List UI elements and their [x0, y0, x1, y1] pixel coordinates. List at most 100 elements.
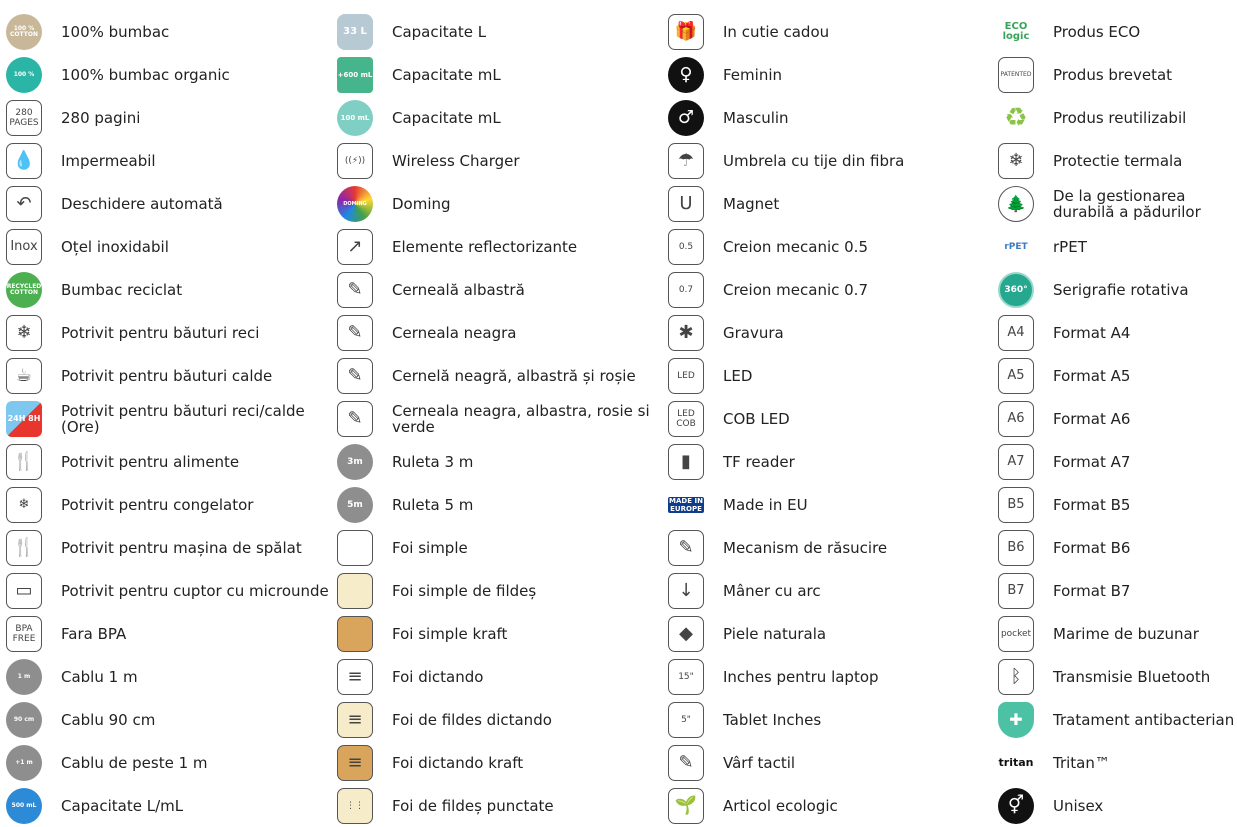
legend-item-label: Gravura	[723, 323, 784, 342]
twist-mechanism-icon: ✎	[668, 529, 704, 566]
legend-item: 33 L Capacitate L	[337, 10, 667, 53]
cable-over-1m-icon: +1 m	[6, 744, 42, 781]
organic-cotton-icon: 100 %	[6, 56, 42, 93]
legend-item: 100 % COTTON 100% bumbac	[6, 10, 336, 53]
legend-item-label: Capacitate L	[392, 22, 487, 41]
legend-item-label: Tratament antibacterian	[1053, 710, 1235, 729]
legend-item: ((⚡)) Wireless Charger	[337, 139, 667, 182]
patented-icon: PATENTED	[998, 56, 1034, 93]
lined-sheets-icon: ≡	[337, 658, 373, 695]
fiber-umbrella-icon: ☂	[668, 142, 704, 179]
legend-item: Foi simple kraft	[337, 612, 667, 655]
legend-item: tritan Tritan™	[998, 741, 1237, 784]
legend-item-label: Foi dictando	[392, 667, 484, 686]
legend-item: pocket Marime de buzunar	[998, 612, 1237, 655]
blue-ink-icon: ✎	[337, 271, 373, 308]
legend-item-label: Doming	[392, 194, 451, 213]
legend-item: ≡ Foi dictando kraft	[337, 741, 667, 784]
legend-item-label: Cablu 90 cm	[61, 710, 156, 729]
format-b6-icon: B6	[998, 529, 1034, 566]
cable-90cm-icon: 90 cm	[6, 701, 42, 738]
tablet-inches-icon: 5"	[668, 701, 704, 738]
legend-item-label: Foi de fildeș punctate	[392, 796, 554, 815]
legend-item: PATENTED Produs brevetat	[998, 53, 1237, 96]
legend-item: ✎ Cerneală albastră	[337, 268, 667, 311]
legend-item: 24H 8H Potrivit pentru băuturi reci/calde…	[6, 397, 336, 440]
legend-item: BPA FREE Fara BPA	[6, 612, 336, 655]
legend-item-label: Vârf tactil	[723, 753, 796, 772]
legend-item-label: Bumbac reciclat	[61, 280, 183, 299]
legend-item: ✎ Cernelă neagră, albastră și roșie	[337, 354, 667, 397]
capacity-jar-icon: +600 mL	[337, 56, 373, 93]
feature-icon-legend: 100 % COTTON 100% bumbac 100 % 100% bumbac o…	[0, 0, 1237, 824]
legend-item: ❄ Potrivit pentru băuturi reci	[6, 311, 336, 354]
legend-item-label: Unisex	[1053, 796, 1104, 815]
legend-item: ↗ Elemente reflectorizante	[337, 225, 667, 268]
legend-item-label: Tablet Inches	[723, 710, 822, 729]
legend-item: ❄ Protectie termala	[998, 139, 1237, 182]
legend-item-label: Capacitate L/mL	[61, 796, 184, 815]
legend-item-label: Cablu de peste 1 m	[61, 753, 208, 772]
made-in-europe-icon: MADE IN EUROPE	[668, 496, 704, 513]
legend-item: A5 Format A5	[998, 354, 1237, 397]
legend-item-label: Potrivit pentru congelator	[61, 495, 254, 514]
legend-item: ✎ Mecanism de răsucire	[668, 526, 998, 569]
legend-item: 500 mL Capacitate L/mL	[6, 784, 336, 827]
tape-5m-icon: 5m	[337, 486, 373, 523]
legend-item: ✎ Cerneala neagra	[337, 311, 667, 354]
legend-item-label: Serigrafie rotativa	[1053, 280, 1189, 299]
format-a4-icon: A4	[998, 314, 1034, 351]
legend-item: LED LED	[668, 354, 998, 397]
legend-item-label: Produs reutilizabil	[1053, 108, 1187, 127]
legend-item: ♂ Masculin	[668, 96, 998, 139]
reflective-icon: ↗	[337, 228, 373, 265]
legend-item: 5m Ruleta 5 m	[337, 483, 667, 526]
legend-item-label: Inches pentru laptop	[723, 667, 879, 686]
legend-item: 🍴 Potrivit pentru mașina de spălat	[6, 526, 336, 569]
legend-item: ♻ Produs reutilizabil	[998, 96, 1237, 139]
legend-item: 🍴 Potrivit pentru alimente	[6, 440, 336, 483]
legend-item-label: Mecanism de răsucire	[723, 538, 888, 557]
legend-item-label: Masculin	[723, 108, 789, 127]
legend-item: Inox Oțel inoxidabil	[6, 225, 336, 268]
legend-item-label: Articol ecologic	[723, 796, 838, 815]
legend-item-label: Cernelă neagră, albastră și roșie	[392, 366, 636, 385]
legend-item: 90 cm Cablu 90 cm	[6, 698, 336, 741]
legend-item-label: Foi simple	[392, 538, 468, 557]
legend-item-label: Potrivit pentru cuptor cu microunde	[61, 581, 329, 600]
ivory-sheets-icon	[337, 572, 373, 609]
legend-item: ✎ Cerneala neagra, albastra, rosie si ver…	[337, 397, 667, 440]
kraft-lined-sheets-icon: ≡	[337, 744, 373, 781]
legend-item: U Magnet	[668, 182, 998, 225]
legend-item-label: In cutie cadou	[723, 22, 830, 41]
legend-item: A6 Format A6	[998, 397, 1237, 440]
legend-item-label: COB LED	[723, 409, 790, 428]
gift-box-icon: 🎁	[668, 13, 704, 50]
food-safe-icon: 🍴	[6, 443, 42, 480]
legend-item: ⚥ Unisex	[998, 784, 1237, 827]
unisex-icon: ⚥	[998, 787, 1034, 824]
legend-item: 1 m Cablu 1 m	[6, 655, 336, 698]
legend-item: A4 Format A4	[998, 311, 1237, 354]
legend-item-label: Ruleta 5 m	[392, 495, 474, 514]
legend-item: Foi simple de fildeș	[337, 569, 667, 612]
legend-item-label: Potrivit pentru alimente	[61, 452, 240, 471]
legend-item-label: Format A7	[1053, 452, 1131, 471]
freezer-icon: ❄	[6, 486, 42, 523]
legend-item: ECO logic Produs ECO	[998, 10, 1237, 53]
legend-column-4: ECO logic Produs ECO PATENTED Produs breveta…	[998, 10, 1237, 827]
legend-item: ◆ Piele naturala	[668, 612, 998, 655]
legend-item-label: Capacitate mL	[392, 108, 501, 127]
legend-item: 100 mL Capacitate mL	[337, 96, 667, 139]
legend-item-label: Oțel inoxidabil	[61, 237, 169, 256]
black-ink-icon: ✎	[337, 314, 373, 351]
reusable-icon: ♻	[1004, 102, 1028, 133]
legend-item-label: Cablu 1 m	[61, 667, 138, 686]
legend-item-label: Deschidere automată	[61, 194, 223, 213]
legend-item-label: Magnet	[723, 194, 780, 213]
legend-item-label: Marime de buzunar	[1053, 624, 1199, 643]
legend-item-label: Format A4	[1053, 323, 1131, 342]
legend-item-label: Cerneala neagra	[392, 323, 517, 342]
legend-column-2: 33 L Capacitate L +600 mL Capacitate mL 100 …	[337, 10, 667, 827]
legend-item-label: Elemente reflectorizante	[392, 237, 578, 256]
